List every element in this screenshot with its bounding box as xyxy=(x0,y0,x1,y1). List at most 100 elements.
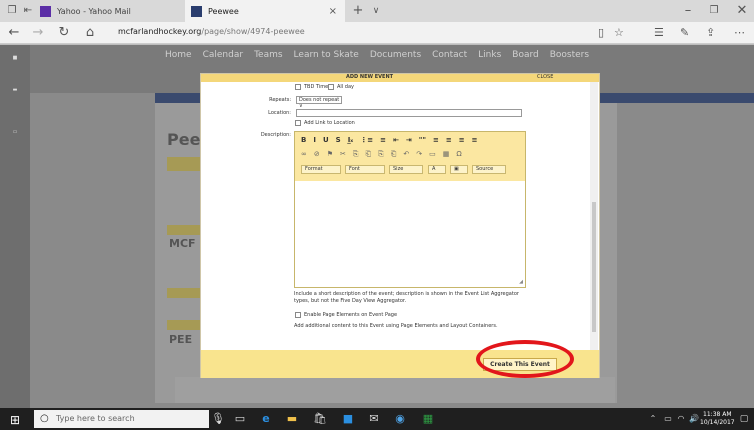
indent-icon[interactable]: ⇥ xyxy=(406,136,412,144)
nav-documents[interactable]: Documents xyxy=(370,50,421,60)
location-input[interactable] xyxy=(296,109,522,117)
resize-grip-icon[interactable]: ◢ xyxy=(519,279,523,285)
tab-label: Peewee xyxy=(208,6,239,16)
bold-icon[interactable]: B xyxy=(301,136,306,144)
favorites-hub-icon[interactable]: ☰ xyxy=(654,26,664,39)
copy-icon[interactable]: ⎘ xyxy=(353,150,359,159)
repeats-select[interactable]: Does not repeat ∨ xyxy=(296,96,342,109)
tab-dropdown-icon[interactable]: ∨ xyxy=(368,3,384,19)
text-color-button[interactable]: A xyxy=(428,165,446,174)
format-label: Format xyxy=(305,166,323,172)
favorite-star-icon[interactable]: ☆ xyxy=(614,26,624,39)
anchor-icon[interactable]: ⚑ xyxy=(327,150,333,159)
mail-icon[interactable]: ✉ xyxy=(366,411,382,427)
page-elements-checkbox[interactable] xyxy=(295,312,301,318)
nav-links[interactable]: Links xyxy=(478,50,501,60)
description-help-text: Include a short description of the event… xyxy=(294,291,519,304)
strike-icon[interactable]: S xyxy=(336,136,341,144)
share-icon[interactable]: ⇪ xyxy=(706,26,715,39)
underline-icon[interactable]: U xyxy=(323,136,329,144)
align-left-icon[interactable]: ≡ xyxy=(433,136,439,144)
numbered-list-icon[interactable]: ⋮≡ xyxy=(360,136,373,144)
action-center-icon[interactable]: ▢ xyxy=(736,411,752,427)
more-icon[interactable]: ⋯ xyxy=(734,26,745,39)
justify-icon[interactable]: ≡ xyxy=(472,136,478,144)
table-icon[interactable]: ▦ xyxy=(443,150,450,159)
minimize-icon[interactable]: – xyxy=(680,3,696,19)
all-day-label: All day xyxy=(337,84,354,90)
rail-item-3[interactable]: ▭ xyxy=(6,129,24,135)
url-host: mcfarlandhockey.org xyxy=(118,27,202,36)
microphone-icon[interactable]: 🎙 xyxy=(210,411,226,427)
special-char-icon[interactable]: Ω xyxy=(456,150,461,159)
media-icon[interactable]: ■ xyxy=(340,411,356,427)
close-tab-icon[interactable]: × xyxy=(329,6,337,17)
reading-view-icon[interactable]: ▯ xyxy=(598,26,604,39)
back-icon[interactable]: ← xyxy=(6,25,22,41)
home-icon[interactable]: ⌂ xyxy=(82,25,98,41)
align-center-icon[interactable]: ≡ xyxy=(446,136,452,144)
rail-item-1[interactable]: ■ xyxy=(6,55,24,61)
nav-board[interactable]: Board xyxy=(512,50,538,60)
tbd-time-checkbox[interactable] xyxy=(295,84,301,90)
tab-yahoo-mail[interactable]: Yahoo - Yahoo Mail xyxy=(34,0,184,22)
web-note-icon[interactable]: ✎ xyxy=(680,26,689,39)
source-button[interactable]: Source xyxy=(472,165,506,174)
italic-icon[interactable]: I xyxy=(313,136,316,144)
tab-peewee[interactable]: Peewee × xyxy=(185,0,345,22)
link-icon[interactable]: ∞ xyxy=(301,150,307,159)
sheet-app-icon[interactable]: ▦ xyxy=(420,411,436,427)
file-explorer-icon[interactable]: ▬ xyxy=(284,411,300,427)
redo-icon[interactable]: ↷ xyxy=(416,150,422,159)
nav-teams[interactable]: Teams xyxy=(254,50,282,60)
modal-close-button[interactable]: CLOSE xyxy=(537,74,553,80)
outdent-icon[interactable]: ⇤ xyxy=(393,136,399,144)
size-dropdown[interactable]: Size xyxy=(389,165,423,174)
unlink-icon[interactable]: ⊘ xyxy=(314,150,320,159)
task-view-icon[interactable]: ▭ xyxy=(232,411,248,427)
browser-icon[interactable]: ◉ xyxy=(392,411,408,427)
nav-contact[interactable]: Contact xyxy=(432,50,467,60)
paste-word-icon[interactable]: ⎗ xyxy=(391,150,397,159)
undo-icon[interactable]: ↶ xyxy=(403,150,409,159)
image-icon[interactable]: ▭ xyxy=(429,150,436,159)
taskbar-clock[interactable]: 11:38 AM 10/14/2017 xyxy=(700,411,735,427)
blockquote-icon[interactable]: "" xyxy=(419,136,426,144)
add-link-checkbox[interactable] xyxy=(295,120,301,126)
font-dropdown[interactable]: Font xyxy=(345,165,385,174)
nav-calendar[interactable]: Calendar xyxy=(203,50,243,60)
forward-icon[interactable]: → xyxy=(30,25,46,41)
nav-boosters[interactable]: Boosters xyxy=(550,50,589,60)
left-rail: ■ ▬ ▭ xyxy=(0,45,30,408)
all-day-checkbox[interactable] xyxy=(328,84,334,90)
bullet-list-icon[interactable]: ≡ xyxy=(380,136,386,144)
windows-taskbar: ⊞ ○ Type here to search 🎙 ▭ e ▬ 🛍 ■ ✉ ◉ … xyxy=(0,408,754,430)
rail-item-2[interactable]: ▬ xyxy=(6,87,24,93)
windows-start-icon[interactable]: ⊞ xyxy=(10,413,20,427)
tray-chevron-icon[interactable]: ⌃ xyxy=(645,411,661,427)
paste-text-icon[interactable]: ⎘ xyxy=(378,150,384,159)
align-right-icon[interactable]: ≡ xyxy=(459,136,465,144)
url-field[interactable]: mcfarlandhockey.org/page/show/4974-peewe… xyxy=(118,27,305,36)
nav-learn-to-skate[interactable]: Learn to Skate xyxy=(294,50,359,60)
edge-icon[interactable]: e xyxy=(258,411,274,427)
taskbar-search-input[interactable]: ○ Type here to search xyxy=(34,410,209,428)
paste-icon[interactable]: ⎗ xyxy=(365,150,371,159)
modal-scrollbar[interactable] xyxy=(590,82,598,350)
close-window-icon[interactable]: ✕ xyxy=(734,3,750,19)
refresh-icon[interactable]: ↻ xyxy=(56,25,72,41)
scrollbar-thumb[interactable] xyxy=(592,202,596,332)
remove-format-icon[interactable]: I̲ₓ xyxy=(348,136,354,144)
maximize-icon[interactable]: ❐ xyxy=(706,3,722,19)
page-title: Pee xyxy=(167,130,201,149)
tab-actions-icon[interactable]: ❐ xyxy=(4,3,20,19)
format-dropdown[interactable]: Format xyxy=(301,165,341,174)
toolbar-row-1: B I U S I̲ₓ ⋮≡ ≡ ⇤ ⇥ "" ≡ ≡ ≡ ≡ xyxy=(301,136,477,144)
bg-color-button[interactable]: ▣ xyxy=(450,165,468,174)
site-nav: Home Calendar Teams Learn to Skate Docum… xyxy=(165,50,589,60)
nav-home[interactable]: Home xyxy=(165,50,192,60)
site-favicon-icon xyxy=(191,5,202,17)
store-icon[interactable]: 🛍 xyxy=(312,411,328,427)
new-tab-icon[interactable]: + xyxy=(350,3,366,19)
cut-icon[interactable]: ✂ xyxy=(340,150,346,159)
